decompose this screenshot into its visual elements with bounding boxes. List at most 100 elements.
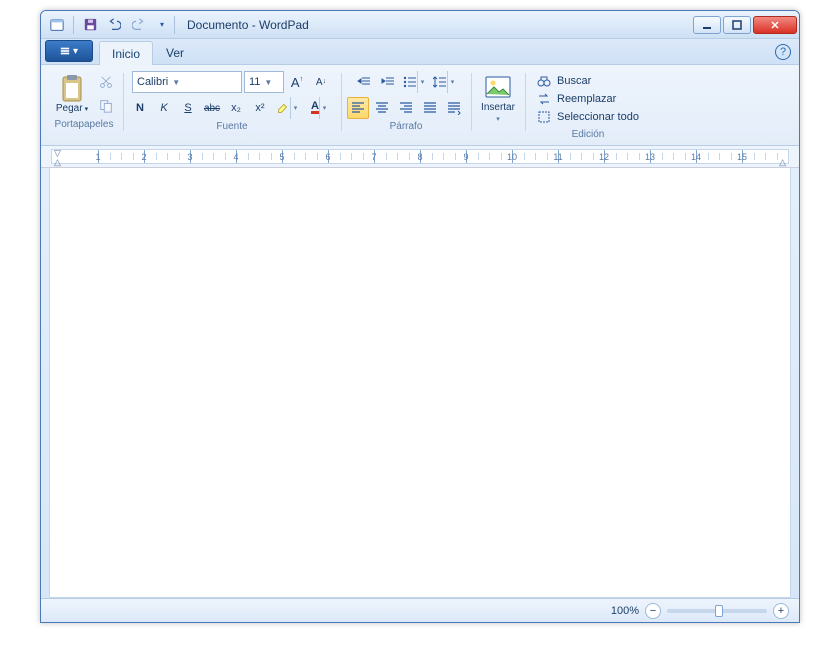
copy-button[interactable] <box>95 95 117 117</box>
group-paragraph: ▾ ▾ Párrafo <box>341 69 471 145</box>
chevron-down-icon: ▾ <box>319 97 329 119</box>
ribbon: Pegar▾ Portapapeles Calibri▼ 11▼ <box>41 65 799 146</box>
group-label: Párrafo <box>347 119 465 135</box>
ruler-mark: 9 <box>463 152 468 162</box>
superscript-button[interactable]: x² <box>249 97 271 119</box>
group-label: Portapapeles <box>51 117 117 133</box>
ruler-mark: 4 <box>233 152 238 162</box>
zoom-slider[interactable] <box>667 609 767 613</box>
align-center-button[interactable] <box>371 97 393 119</box>
decrease-indent-button[interactable] <box>353 71 375 93</box>
window-controls <box>693 16 797 34</box>
right-indent-marker[interactable]: △ <box>779 157 786 168</box>
left-indent-marker[interactable]: △ <box>54 157 61 168</box>
italic-button[interactable]: K <box>153 97 175 119</box>
save-icon[interactable] <box>80 15 100 35</box>
ruler-mark: 8 <box>417 152 422 162</box>
picture-icon <box>484 73 512 101</box>
line-spacing-button[interactable]: ▾ <box>431 71 459 93</box>
ribbon-tabs: ▾ Inicio Ver ? <box>41 39 799 65</box>
status-bar: 100% − + <box>41 598 799 622</box>
chevron-down-icon: ▼ <box>264 78 272 87</box>
increase-indent-button[interactable] <box>377 71 399 93</box>
chevron-down-icon: ▾ <box>447 71 457 93</box>
replace-button[interactable]: Reemplazar <box>533 91 643 107</box>
separator <box>174 16 175 34</box>
qat-customize-icon[interactable]: ▾ <box>152 15 172 35</box>
undo-icon[interactable] <box>104 15 124 35</box>
select-all-button[interactable]: Seleccionar todo <box>533 109 643 125</box>
ruler-mark: 11 <box>553 152 562 162</box>
select-all-icon <box>537 110 551 124</box>
ruler-mark: 12 <box>599 152 609 162</box>
align-justify-icon <box>423 101 437 115</box>
zoom-slider-thumb[interactable] <box>715 605 723 617</box>
cut-button[interactable] <box>95 71 117 93</box>
copy-icon <box>99 99 113 113</box>
binoculars-icon <box>537 74 551 88</box>
outdent-icon <box>357 75 371 89</box>
paste-button[interactable]: Pegar▾ <box>51 72 93 116</box>
separator <box>73 16 74 34</box>
ruler-mark: 2 <box>141 152 146 162</box>
window-title: Documento - WordPad <box>187 18 309 32</box>
chevron-down-icon: ▾ <box>496 115 500 123</box>
maximize-button[interactable] <box>723 16 751 34</box>
zoom-out-button[interactable]: − <box>645 603 661 619</box>
underline-button[interactable]: S <box>177 97 199 119</box>
group-editing: Buscar Reemplazar Seleccionar todo Edici… <box>525 69 651 145</box>
chevron-down-icon: ▼ <box>172 78 180 87</box>
chevron-down-icon: ▾ <box>85 106 89 113</box>
insert-button[interactable]: Insertar ▾ <box>477 71 519 125</box>
list-icon <box>403 75 417 89</box>
group-font: Calibri▼ 11▼ A↑ A↓ N K S abc x₂ x² ▾ <box>123 69 341 145</box>
clipboard-icon <box>58 74 86 102</box>
font-family-combo[interactable]: Calibri▼ <box>132 71 242 93</box>
ruler-mark: 7 <box>371 152 376 162</box>
align-left-button[interactable] <box>347 97 369 119</box>
bold-button[interactable]: N <box>129 97 151 119</box>
minimize-button[interactable] <box>693 16 721 34</box>
find-button[interactable]: Buscar <box>533 73 643 89</box>
align-left-icon <box>351 101 365 115</box>
align-justify-button[interactable] <box>419 97 441 119</box>
group-insert: Insertar ▾ . <box>471 69 525 145</box>
strikethrough-button[interactable]: abc <box>201 97 223 119</box>
tab-inicio[interactable]: Inicio <box>99 41 153 65</box>
tab-ver[interactable]: Ver <box>153 40 197 64</box>
ruler-mark: 10 <box>507 152 517 162</box>
zoom-in-button[interactable]: + <box>773 603 789 619</box>
ruler[interactable]: 123456789101112131415▽△△ <box>41 146 799 168</box>
font-color-button[interactable]: A ▾ <box>305 97 335 119</box>
highlight-color-button[interactable]: ▾ <box>273 97 303 119</box>
grow-font-button[interactable]: A↑ <box>286 71 308 93</box>
group-label: Edición <box>531 127 645 143</box>
paragraph-dialog-button[interactable] <box>443 97 465 119</box>
redo-icon[interactable] <box>128 15 148 35</box>
help-button[interactable]: ? <box>775 44 791 60</box>
replace-icon <box>537 92 551 106</box>
align-right-icon <box>399 101 413 115</box>
document-area[interactable] <box>49 168 791 598</box>
close-button[interactable] <box>753 16 797 34</box>
font-size-combo[interactable]: 11▼ <box>244 71 284 93</box>
shrink-font-button[interactable]: A↓ <box>310 71 332 93</box>
chevron-down-icon: ▾ <box>417 71 427 93</box>
zoom-control: 100% − + <box>611 603 789 619</box>
ruler-mark: 1 <box>95 152 100 162</box>
bullet-list-button[interactable]: ▾ <box>401 71 429 93</box>
wordpad-menu-icon[interactable] <box>47 15 67 35</box>
subscript-button[interactable]: x₂ <box>225 97 247 119</box>
chevron-down-icon: ▾ <box>73 46 78 57</box>
line-spacing-icon <box>433 75 447 89</box>
file-menu-button[interactable]: ▾ <box>45 40 93 62</box>
title-bar: ▾ Documento - WordPad <box>41 11 799 39</box>
ruler-mark: 5 <box>279 152 284 162</box>
ruler-mark: 3 <box>187 152 192 162</box>
ruler-mark: 15 <box>737 152 747 162</box>
paragraph-icon <box>447 101 461 115</box>
group-label: Fuente <box>129 119 335 135</box>
group-clipboard: Pegar▾ Portapapeles <box>45 69 123 145</box>
align-right-button[interactable] <box>395 97 417 119</box>
indent-icon <box>381 75 395 89</box>
